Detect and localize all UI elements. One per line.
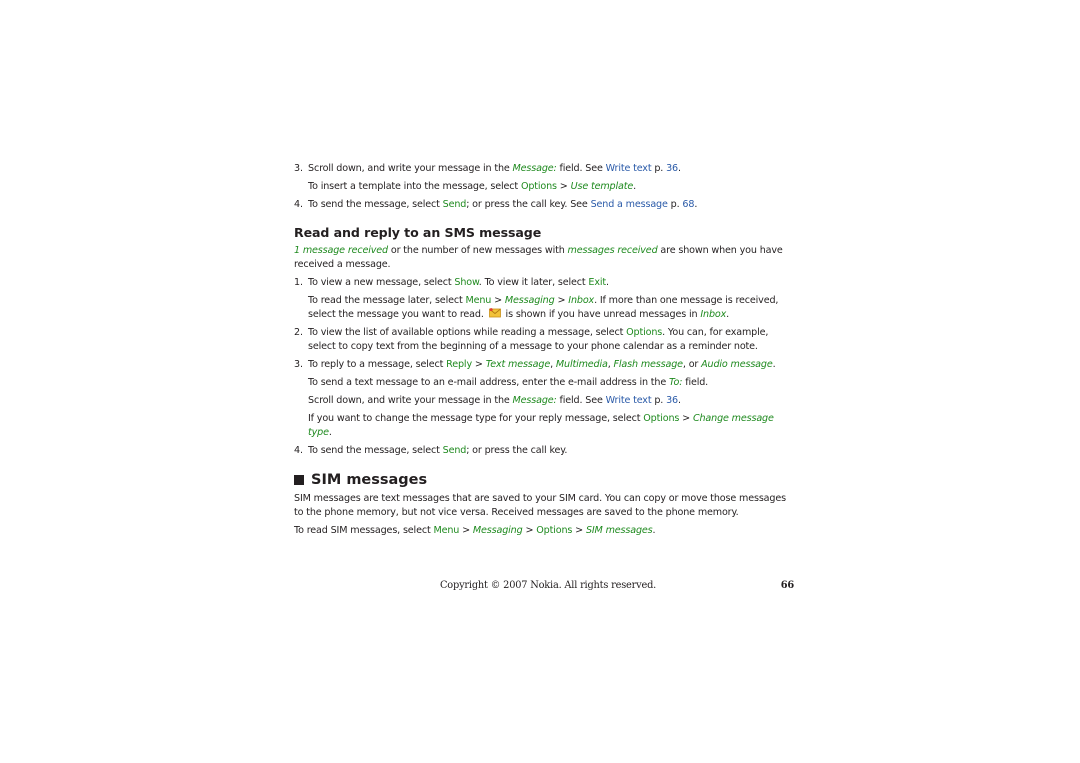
ui-command-options: Options	[520, 181, 557, 192]
list-number: 2.	[294, 327, 303, 338]
ui-command-menu: Menu	[465, 295, 492, 306]
list-item-step-1-note: To read the message later, select Menu >…	[308, 295, 779, 320]
list-item-step-3-note: To insert a template into the message, s…	[308, 181, 636, 192]
ui-command-audio-message: Audio message	[701, 359, 773, 370]
page-reference-link[interactable]: 36	[666, 163, 678, 174]
ui-command-inbox: Inbox	[700, 309, 727, 320]
ui-command-messaging: Messaging	[504, 295, 555, 306]
list-number: 3.	[294, 359, 303, 370]
ui-field-to: To:	[668, 377, 683, 388]
ui-command-flash-message: Flash message	[613, 359, 684, 370]
ui-notification-text: messages received	[567, 245, 658, 256]
page-number: 66	[780, 580, 794, 591]
ui-command-reply: Reply	[446, 359, 472, 370]
list-number: 4.	[294, 199, 303, 210]
ui-command-show: Show	[454, 277, 479, 288]
ui-command-options: Options	[643, 413, 680, 424]
page-reference-link[interactable]: 68	[682, 199, 694, 210]
sim-messages-instruction: To read SIM messages, select Menu > Mess…	[294, 525, 656, 536]
unread-message-envelope-icon	[488, 308, 501, 318]
sim-messages-description: SIM messages are text messages that are …	[294, 493, 786, 518]
section-heading-read-reply: Read and reply to an SMS message	[294, 225, 542, 240]
section-bullet-square-icon	[294, 475, 304, 485]
copyright-notice: Copyright © 2007 Nokia. All rights reser…	[440, 580, 657, 591]
cross-reference-link[interactable]: Write text	[606, 163, 652, 174]
ui-field-label: Message:	[512, 163, 557, 174]
ui-command-sim-messages: SIM messages	[585, 525, 653, 536]
ui-command-options: Options	[536, 525, 573, 536]
read-reply-intro: 1 message received or the number of new …	[294, 245, 783, 270]
ui-command-exit: Exit	[588, 277, 606, 288]
list-item-step-3-note-email: To send a text message to an e-mail addr…	[308, 377, 709, 388]
list-item-step-4-reply: 4. To send the message, select Send; or …	[294, 445, 568, 456]
ui-command-use-template: Use template	[570, 181, 634, 192]
page-reference-link[interactable]: 36	[666, 395, 678, 406]
list-item-step-3-note-type: If you want to change the message type f…	[308, 413, 774, 438]
ui-command-messaging: Messaging	[472, 525, 523, 536]
ui-command-options: Options	[626, 327, 663, 338]
ui-command-menu: Menu	[433, 525, 460, 536]
list-number: 3.	[294, 163, 303, 174]
ui-command-send: Send	[442, 199, 467, 210]
list-number: 4.	[294, 445, 303, 456]
list-number: 1.	[294, 277, 303, 288]
list-item-step-4: 4. To send the message, select Send; or …	[294, 199, 698, 210]
list-item-step-3-note-write: Scroll down, and write your message in t…	[308, 395, 681, 406]
page-footer: Copyright © 2007 Nokia. All rights reser…	[440, 579, 794, 593]
cross-reference-link[interactable]: Send a message	[591, 199, 668, 210]
ui-command-multimedia: Multimedia	[555, 359, 608, 370]
cross-reference-link[interactable]: Write text	[606, 395, 652, 406]
ui-field-message: Message:	[512, 395, 557, 406]
ui-command-inbox: Inbox	[568, 295, 595, 306]
ui-command-text-message: Text message	[485, 359, 551, 370]
list-item-step-3: 3. Scroll down, and write your message i…	[294, 163, 681, 174]
list-item-step-2: 2. To view the list of available options…	[294, 327, 769, 352]
manual-page-content: 3. Scroll down, and write your message i…	[294, 162, 794, 538]
ui-notification-text: 1 message received	[294, 245, 388, 256]
ui-command-send: Send	[442, 445, 467, 456]
section-heading-sim-messages: SIM messages	[294, 471, 794, 489]
list-item-step-3-reply: 3. To reply to a message, select Reply >…	[294, 359, 776, 370]
list-item-step-1: 1. To view a new message, select Show. T…	[294, 277, 609, 288]
